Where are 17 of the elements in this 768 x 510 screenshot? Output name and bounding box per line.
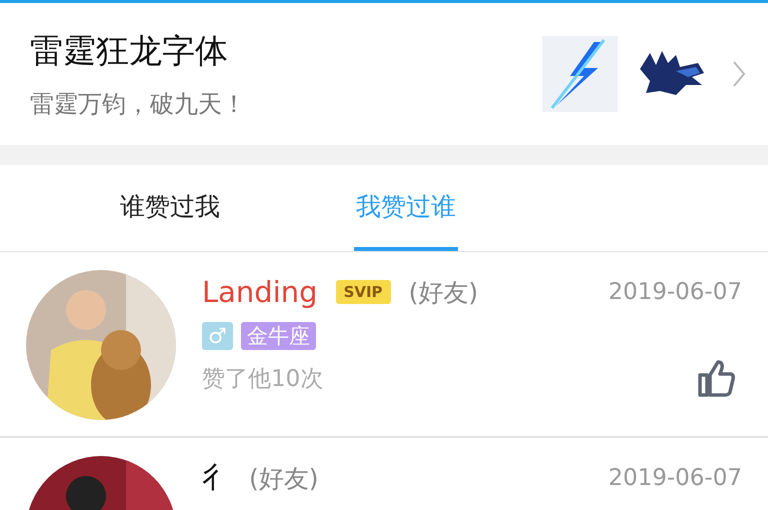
date-label: 2019-06-07 [608,279,742,305]
lightning-icon [542,36,618,112]
thumbs-up-icon[interactable] [696,358,736,398]
date-label: 2019-06-07 [608,465,742,491]
relation-label: (好友) [249,462,319,494]
profile-tag: 金牛座 [240,322,316,350]
user-name: Landing [202,275,318,309]
profile-tag: ♂ [202,322,233,350]
vip-badge: SVIP [336,280,391,304]
chevron-right-icon [732,60,746,88]
font-subtitle: 雷霆万钧，破九天！ [30,88,247,120]
tab[interactable]: 谁赞过我 [118,165,222,251]
user-name: 彳 [202,459,231,496]
like-count: 赞了他10次 [202,364,324,394]
font-title: 雷霆狂龙字体 [30,30,229,72]
font-banner[interactable]: 雷霆狂龙字体 雷霆万钧，破九天！ [0,3,768,145]
relation-label: (好友) [408,276,478,308]
